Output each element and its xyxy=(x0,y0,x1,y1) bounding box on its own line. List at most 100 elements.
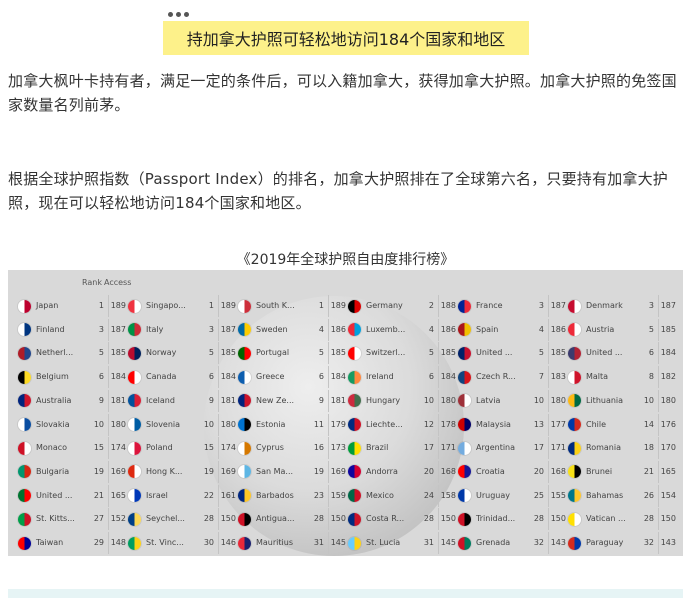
rank-value: 28 xyxy=(643,514,654,524)
cell-divider xyxy=(658,342,659,365)
flag-icon xyxy=(128,418,141,431)
access-value: 168 xyxy=(440,466,456,476)
flag-icon xyxy=(18,346,31,360)
country-name: Malaysia xyxy=(476,419,511,429)
access-value: 186 xyxy=(550,324,566,334)
cell-divider xyxy=(438,342,439,365)
country-name: Netherl... xyxy=(36,348,74,358)
flag-icon xyxy=(348,346,361,360)
country-cell: St. Vinc... 30 146 xyxy=(128,532,236,554)
country-name: Poland xyxy=(146,443,173,453)
rank-value: 28 xyxy=(533,514,544,524)
country-name: United ... xyxy=(36,490,73,500)
flag-icon xyxy=(458,512,471,526)
access-value: 158 xyxy=(440,490,456,500)
flag-icon xyxy=(18,394,31,408)
access-value: 169 xyxy=(330,466,346,476)
decorative-dots xyxy=(168,12,189,17)
country-cell: Malta 8 182 xyxy=(568,366,676,389)
country-name: Liechte... xyxy=(366,419,403,429)
country-name: Latvia xyxy=(476,395,501,405)
country-name: Portugal xyxy=(256,348,290,358)
access-value: 181 xyxy=(110,395,126,405)
cell-divider xyxy=(658,366,659,389)
country-name: Slovakia xyxy=(36,419,70,429)
country-cell: Vatican ... 28 150 xyxy=(568,508,676,531)
access-value: 187 xyxy=(110,324,126,334)
flag-icon xyxy=(568,323,581,337)
cell-divider xyxy=(548,342,549,365)
country-name: Switzerl... xyxy=(366,348,406,358)
country-name: Austria xyxy=(586,324,615,334)
country-cell: Australia 9 181 xyxy=(18,389,126,412)
access-value: 145 xyxy=(440,538,456,547)
country-cell: Switzerl... 5 185 xyxy=(348,342,456,365)
rank-value: 6 xyxy=(98,372,104,382)
flag-icon xyxy=(348,323,361,337)
country-name: Chile xyxy=(586,419,607,429)
cell-divider xyxy=(218,318,219,341)
access-value: 187 xyxy=(660,301,676,310)
country-name: Paraguay xyxy=(586,538,624,547)
rank-value: 18 xyxy=(643,443,654,453)
rank-value: 2 xyxy=(428,301,434,310)
cell-divider xyxy=(218,508,219,531)
access-value: 169 xyxy=(110,466,126,476)
country-cell: Croatia 20 168 xyxy=(458,460,566,483)
flag-icon xyxy=(348,418,361,431)
access-value: 165 xyxy=(660,466,676,476)
country-name: United ... xyxy=(586,348,623,358)
cell-divider xyxy=(548,366,549,389)
intro-paragraph: 加拿大枫叶卡持有者，满足一定的条件后，可以入籍加拿大，获得加拿大护照。加拿大护照… xyxy=(8,72,677,114)
flag-icon xyxy=(128,441,141,455)
flag-icon xyxy=(128,536,141,550)
flag-icon xyxy=(238,299,251,313)
flag-icon xyxy=(238,489,251,503)
rank-value: 17 xyxy=(533,443,544,453)
cell-divider xyxy=(218,532,219,554)
cell-divider xyxy=(108,318,109,341)
rank-value: 5 xyxy=(208,348,214,358)
cell-divider xyxy=(658,508,659,531)
flag-icon xyxy=(458,489,471,503)
flag-icon xyxy=(238,441,251,455)
country-name: Israel xyxy=(146,490,168,500)
country-cell: Cyprus 16 173 xyxy=(238,437,346,460)
rank-value: 20 xyxy=(533,466,544,476)
flag-icon xyxy=(348,441,361,455)
flag-icon xyxy=(568,489,581,503)
flag-icon xyxy=(18,465,31,479)
cell-divider xyxy=(658,318,659,341)
rank-value: 5 xyxy=(648,324,654,334)
country-cell: Hungary 10 180 xyxy=(348,389,456,412)
country-name: St. Vinc... xyxy=(146,538,184,547)
cell-divider xyxy=(328,342,329,365)
country-name: Bahamas xyxy=(586,490,624,500)
country-cell: Brazil 17 171 xyxy=(348,437,456,460)
country-name: Brunei xyxy=(586,466,613,476)
cell-divider xyxy=(108,437,109,460)
flag-icon xyxy=(348,465,361,479)
country-cell: Luxemb... 4 186 xyxy=(348,318,456,341)
country-name: Norway xyxy=(146,348,177,358)
country-cell: Slovakia 10 180 xyxy=(18,413,126,436)
rank-value: 15 xyxy=(93,443,104,453)
cell-divider xyxy=(658,532,659,554)
country-cell: Mauritius 31 145 xyxy=(238,532,346,554)
access-value: 176 xyxy=(660,419,676,429)
country-name: Belgium xyxy=(36,372,69,382)
rank-value: 3 xyxy=(648,301,654,310)
rank-value: 20 xyxy=(423,466,434,476)
rank-value: 6 xyxy=(648,348,654,358)
country-cell: France 3 187 xyxy=(458,295,566,317)
cell-divider xyxy=(438,437,439,460)
rank-value: 11 xyxy=(313,419,324,429)
country-cell: Costa R... 28 150 xyxy=(348,508,456,531)
country-name: Germany xyxy=(366,301,403,310)
flag-icon xyxy=(458,346,471,360)
access-value: 180 xyxy=(550,395,566,405)
cell-divider xyxy=(328,295,329,317)
access-value: 184 xyxy=(110,372,126,382)
rank-value: 4 xyxy=(318,324,324,334)
rank-value: 19 xyxy=(203,466,214,476)
